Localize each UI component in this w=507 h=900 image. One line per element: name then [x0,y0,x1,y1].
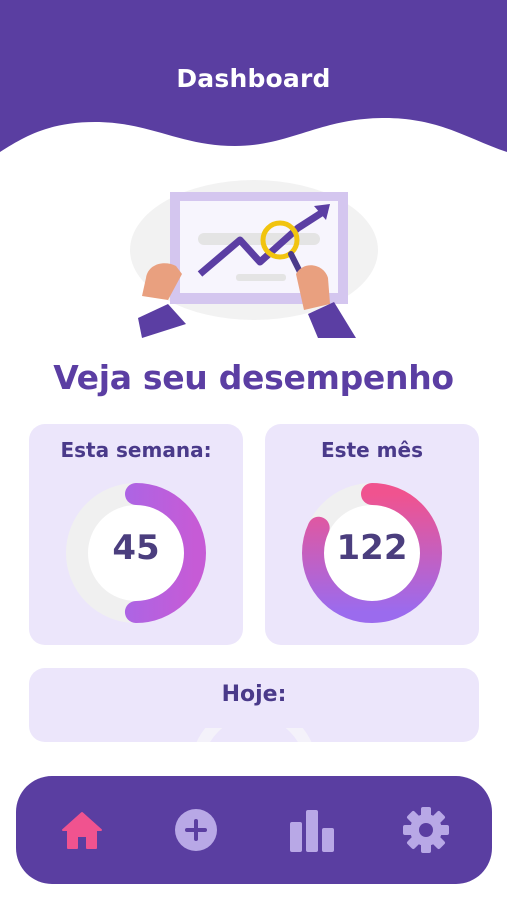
bottom-navigation [16,776,492,884]
nav-stats[interactable] [282,800,342,860]
add-circle-icon [175,809,217,851]
nav-add[interactable] [166,800,226,860]
month-progress-ring: 122 [301,482,443,624]
week-value: 45 [112,528,160,568]
month-label: Este mês [321,438,423,462]
gear-icon [403,807,449,853]
month-stats-card[interactable]: Este mês 122 [265,424,479,645]
week-label: Esta semana: [60,438,212,462]
bar-chart-icon [290,810,334,852]
header: Dashboard [0,0,507,160]
today-stats-card[interactable]: Hoje: [29,668,479,742]
today-label: Hoje: [221,682,287,707]
chart-presentation-illustration [128,178,380,338]
nav-settings[interactable] [396,800,456,860]
headline: Veja seu desempenho [53,358,454,397]
week-progress-ring: 45 [65,482,207,624]
week-stats-card[interactable]: Esta semana: 45 [29,424,243,645]
today-progress-ring [189,705,319,742]
home-icon [62,812,102,849]
nav-home[interactable] [52,800,112,860]
month-value: 122 [336,528,408,568]
page-title: Dashboard [176,64,331,93]
